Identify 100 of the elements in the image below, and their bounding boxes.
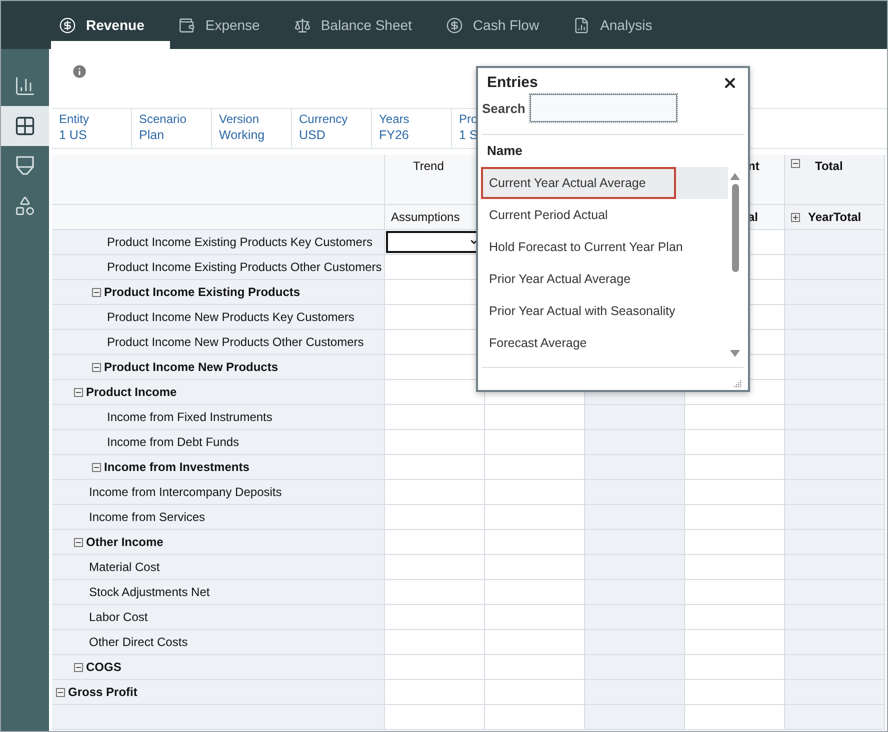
- search-field[interactable]: [530, 94, 678, 122]
- collapse-icon[interactable]: [92, 288, 101, 296]
- collapse-icon[interactable]: [791, 159, 800, 168]
- grid-cell[interactable]: [385, 630, 485, 655]
- row-label: Other Income: [86, 535, 164, 549]
- row-label: Product Income Existing Products Other Customers: [107, 260, 382, 274]
- scroll-up-icon[interactable]: [730, 173, 740, 180]
- column-header: Total: [815, 159, 843, 173]
- scale-icon: [294, 16, 311, 34]
- grid-cell[interactable]: [485, 655, 585, 680]
- grid-cell[interactable]: [385, 530, 485, 555]
- pov-value[interactable]: USD: [299, 128, 371, 142]
- funnel-icon: [15, 155, 35, 177]
- grid-cell[interactable]: [685, 680, 785, 705]
- grid-cell[interactable]: [385, 655, 485, 680]
- grid-cell[interactable]: [685, 605, 785, 630]
- grid-cell[interactable]: [385, 580, 485, 605]
- scroll-down-icon[interactable]: [730, 350, 740, 357]
- sidebar-item[interactable]: [1, 106, 49, 146]
- grid-cell[interactable]: [485, 580, 585, 605]
- grid-cell[interactable]: [385, 430, 485, 455]
- grid-cell[interactable]: [485, 530, 585, 555]
- scroll-thumb[interactable]: [732, 184, 738, 272]
- grid-cell[interactable]: [685, 705, 785, 730]
- collapse-icon[interactable]: [74, 388, 83, 396]
- row-label: Gross Profit: [68, 685, 138, 699]
- grid-cell[interactable]: [485, 505, 585, 530]
- grid-cell[interactable]: [385, 505, 485, 530]
- grid-cell[interactable]: [685, 530, 785, 555]
- shapes-icon: [14, 195, 36, 217]
- pov-value[interactable]: 1 US: [59, 128, 131, 142]
- grid-cell[interactable]: [685, 630, 785, 655]
- nav-tab[interactable]: Analysis: [565, 1, 678, 49]
- grid-cell[interactable]: [485, 680, 585, 705]
- list-item[interactable]: Forecast Average: [481, 327, 728, 359]
- grid-cell[interactable]: [485, 405, 585, 430]
- collapse-icon[interactable]: [74, 662, 83, 672]
- grid-cell[interactable]: [685, 430, 785, 455]
- column-header: Assumptions: [391, 210, 460, 224]
- grid-cell[interactable]: [385, 555, 485, 580]
- row-label: Product Income Existing Products Key Customers: [107, 235, 372, 249]
- list-item[interactable]: Current Year Actual Average: [481, 167, 728, 199]
- row-label: Labor Cost: [89, 610, 148, 624]
- dollar-circle-icon: [446, 16, 463, 34]
- row-label: COGS: [86, 660, 122, 674]
- list-header: Name: [486, 142, 524, 160]
- wallet-icon: [178, 16, 196, 34]
- grid-cell[interactable]: [485, 480, 585, 505]
- column-header: Trend: [413, 159, 444, 173]
- list-item[interactable]: Prior Year Actual Average: [481, 263, 728, 295]
- collapse-icon[interactable]: [92, 462, 101, 472]
- nav-tab[interactable]: Expense: [170, 1, 286, 49]
- grid-cell[interactable]: [685, 580, 785, 605]
- grid-cell[interactable]: [485, 555, 585, 580]
- row-label: Income from Services: [89, 510, 206, 524]
- collapse-icon[interactable]: [92, 362, 101, 372]
- pov-label: Currency: [299, 112, 349, 126]
- info-icon[interactable]: [71, 63, 88, 80]
- pov-value[interactable]: Plan: [139, 128, 211, 142]
- nav-tab[interactable]: Cash Flow: [438, 1, 566, 49]
- dollar-circle-icon: [59, 16, 76, 34]
- row-label: Product Income Existing Products: [104, 285, 300, 299]
- grid-cell[interactable]: [385, 705, 485, 730]
- grid-cell[interactable]: [385, 605, 485, 630]
- grid-cell[interactable]: [385, 480, 485, 505]
- pov-value[interactable]: FY26: [379, 128, 451, 142]
- pov-label: Version: [219, 112, 260, 126]
- row-label: Product Income New Products Other Customers: [107, 335, 364, 349]
- collapse-icon[interactable]: [74, 538, 83, 546]
- grid-cell[interactable]: [485, 455, 585, 480]
- grid-cell[interactable]: [685, 505, 785, 530]
- list-item[interactable]: Current Period Actual: [481, 199, 728, 231]
- expand-icon[interactable]: [791, 212, 800, 222]
- grid-cell[interactable]: [685, 555, 785, 580]
- grid-cell[interactable]: [685, 655, 785, 680]
- grid-cell[interactable]: [385, 680, 485, 705]
- list-item[interactable]: Hold Forecast to Current Year Plan: [481, 231, 728, 263]
- grid-cell[interactable]: [385, 455, 485, 480]
- nav-tab[interactable]: Balance Sheet: [286, 1, 438, 49]
- resize-grip-icon[interactable]: [733, 379, 742, 388]
- grid-cell[interactable]: [685, 480, 785, 505]
- list-item[interactable]: Prior Year Actual with Seasonality: [481, 295, 728, 327]
- grid-cell[interactable]: [485, 705, 585, 730]
- pov-value[interactable]: Working: [219, 128, 291, 142]
- bar-chart-icon: [14, 75, 36, 97]
- nav-tab[interactable]: Revenue: [51, 1, 170, 49]
- grid-cell[interactable]: [685, 405, 785, 430]
- grid-cell[interactable]: [485, 605, 585, 630]
- grid-cell[interactable]: [485, 630, 585, 655]
- row-label: Income from Intercompany Deposits: [89, 485, 282, 499]
- row-label: Material Cost: [89, 560, 160, 574]
- grid-cell[interactable]: [685, 455, 785, 480]
- pov-label: Scenario: [139, 112, 188, 126]
- collapse-icon[interactable]: [56, 688, 65, 696]
- row-label: Product Income New Products Key Customers: [107, 310, 354, 324]
- grid-cell[interactable]: [385, 405, 485, 430]
- grid-cell[interactable]: [485, 430, 585, 455]
- row-label: Income from Investments: [104, 460, 250, 474]
- dialog-title: Entries: [487, 74, 538, 91]
- row-label: Stock Adjustments Net: [89, 585, 210, 599]
